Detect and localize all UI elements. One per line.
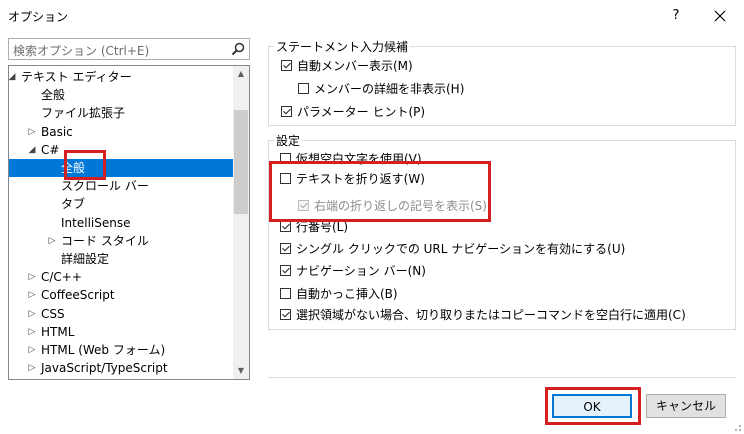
option-label: ナビゲーション バー(N) [296,264,426,278]
checkbox-unchecked-icon[interactable] [280,173,291,184]
tree-item-label: スクロール バー [61,179,149,194]
expand-arrow-icon[interactable]: ▷ [27,268,37,286]
checkbox-checked-icon [298,200,309,211]
tree-item-label: HTML (Web フォーム) [41,343,166,357]
expand-arrow-icon[interactable]: ▷ [27,123,37,141]
expand-arrow-icon[interactable]: ▷ [47,232,57,250]
tree-item[interactable]: ▷ HTML [9,323,233,341]
statement-group-title: ステートメント入力候補 [274,38,411,55]
close-button[interactable] [708,4,732,28]
tree-item-label: HTML [41,324,75,339]
expand-arrow-icon[interactable]: ▷ [27,359,37,377]
resize-grip-icon[interactable] [730,420,742,432]
tree-item[interactable]: IntelliSense [9,214,233,232]
option-label: 右端の折り返しの記号を表示(S) [314,199,487,213]
expand-arrow-icon[interactable]: ▷ [27,323,37,341]
ok-button[interactable]: OK [552,394,632,418]
tree-item[interactable]: ▷ JavaScript/TypeScript [9,359,233,377]
tree-item[interactable]: ▷ Basic [9,123,233,141]
option-label: パラメーター ヒント(P) [297,105,426,119]
tree-item-label: CSS [41,306,65,321]
title-bar: オプション ? [0,0,744,32]
settings-group-title: 設定 [274,132,303,149]
tree-item[interactable]: ▷ CoffeeScript [9,286,233,304]
expand-arrow-icon[interactable]: ▷ [27,286,37,304]
tree-item[interactable]: ◢ C# [9,141,233,159]
tree-item-label: 全般 [61,161,86,175]
tree-item[interactable]: ▷ CSS [9,305,233,323]
tree-item-label: IntelliSense [61,215,131,230]
tree-item[interactable]: ◢ テキスト エディター [9,68,233,86]
option-label: メンバーの詳細を非表示(H) [314,82,465,96]
tree-scrollbar[interactable]: ▲ ▼ [233,66,249,379]
tree-item-label: 全般 [41,88,66,103]
checkbox-unchecked-icon[interactable] [280,288,291,299]
window-title: オプション [8,10,69,24]
scroll-down-icon[interactable]: ▼ [233,363,249,379]
scroll-up-icon[interactable]: ▲ [233,66,249,82]
tree-item[interactable]: ▷ HTML (Web フォーム) [9,341,233,359]
expand-arrow-icon[interactable]: ▷ [27,341,37,359]
expand-arrow-icon[interactable]: ▷ [27,305,37,323]
tree-item-label: 詳細設定 [61,252,110,266]
option-label: 自動かっこ挿入(B) [296,287,398,301]
footer-divider [268,377,736,378]
cancel-button[interactable]: キャンセル [646,394,726,418]
tree-item-label: C# [41,142,60,157]
options-tree[interactable]: ◢ テキスト エディター 全般 ファイル拡張子 ▷ Basic ◢ C# 全般 スクロール バータ… [8,65,250,380]
tree-item[interactable]: 詳細設定 [9,250,233,268]
tree-item-label: ファイル拡張子 [41,106,126,121]
option-label: 仮想空白文字を使用(V) [296,152,422,166]
checkbox-unchecked-icon[interactable] [298,83,309,94]
tree-item-label: タブ [61,197,86,212]
tree-item-label: テキスト エディター [21,70,132,84]
tree-item[interactable]: タブ [9,195,233,213]
tree-item-label: CoffeeScript [41,288,115,303]
tree-item-label: Basic [41,124,73,139]
search-icon[interactable] [231,42,245,56]
help-button[interactable]: ? [666,6,686,26]
checkbox-checked-icon[interactable] [280,221,291,232]
checkbox-checked-icon[interactable] [281,106,292,117]
tree-item[interactable]: 全般 [9,159,233,177]
option-label: 行番号(L) [296,220,349,234]
checkbox-checked-icon[interactable] [281,60,292,71]
scroll-thumb[interactable] [234,110,248,214]
option-label: 選択領域がない場合、切り取りまたはコピーコマンドを空白行に適用(C) [296,308,686,322]
collapse-arrow-icon[interactable]: ◢ [9,68,17,86]
tree-item[interactable]: ▷ コード スタイル [9,232,233,250]
tree-item-label: C/C++ [41,270,82,285]
option-label: 自動メンバー表示(M) [297,59,413,73]
search-placeholder: 検索オプション (Ctrl+E) [13,44,150,58]
tree-item-label: JavaScript/TypeScript [41,361,168,376]
option-label: テキストを折り返す(W) [296,172,425,186]
option-label: シングル クリックでの URL ナビゲーションを有効にする(U) [296,242,626,256]
tree-item[interactable]: スクロール バー [9,177,233,195]
collapse-arrow-icon[interactable]: ◢ [27,141,37,159]
tree-item[interactable]: 全般 [9,86,233,104]
checkbox-checked-icon[interactable] [280,309,291,320]
close-icon [714,10,726,22]
checkbox-unchecked-icon[interactable] [280,153,291,164]
checkbox-checked-icon[interactable] [280,265,291,276]
tree-item-label: コード スタイル [61,233,149,248]
tree-item[interactable]: ファイル拡張子 [9,104,233,122]
checkbox-checked-icon[interactable] [280,243,291,254]
tree-item[interactable]: ▷ C/C++ [9,268,233,286]
search-input[interactable]: 検索オプション (Ctrl+E) [8,38,250,60]
